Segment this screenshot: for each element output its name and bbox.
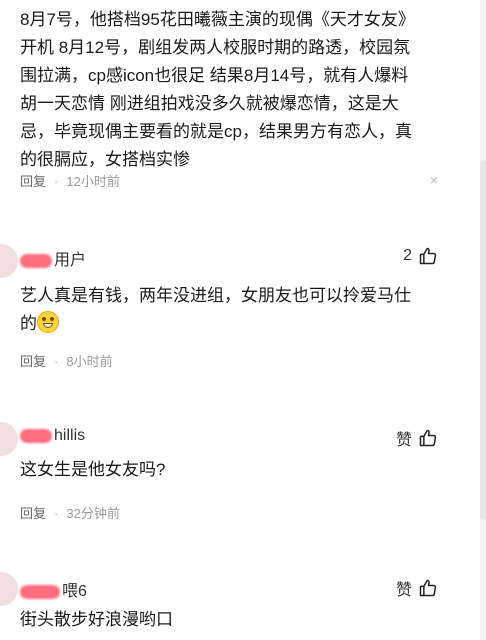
username[interactable]: 喂6	[20, 577, 87, 601]
avatar[interactable]	[0, 572, 18, 606]
timestamp: 12小时前	[66, 174, 120, 189]
comment-text-line: 8月7号，他搭档95花田曦薇主演的现偶《天才女友》	[20, 10, 415, 29]
avatar[interactable]	[0, 244, 18, 278]
like-button[interactable]: 2	[403, 246, 438, 266]
comment-text: 这女生是他女友吗?	[20, 456, 448, 484]
comment-text-line: 艺人真是有钱，两年没进组，女朋友也可以拎爱马仕	[20, 286, 411, 305]
separator-dot: ·	[54, 354, 59, 369]
separator-dot: ·	[54, 506, 59, 521]
like-count: 2	[403, 247, 412, 264]
comment-2: 用户 2 艺人真是有钱，两年没进组，女朋友也可以拎爱马仕 的 回复 · 8小时前	[0, 238, 478, 388]
comment-text-line: 胡一天恋情 刚进组拍戏没多久就被爆恋情，这是大	[20, 94, 399, 113]
username-label: 喂6	[62, 583, 87, 600]
timestamp: 32分钟前	[66, 506, 120, 521]
comment-text: 艺人真是有钱，两年没进组，女朋友也可以拎爱马仕 的	[20, 282, 448, 338]
thumbs-up-icon	[419, 579, 437, 597]
comment-text-line: 街头散步好浪漫哟口	[20, 610, 173, 629]
close-icon[interactable]: ×	[430, 172, 438, 188]
like-label: 赞	[395, 582, 412, 599]
like-label: 赞	[395, 432, 412, 449]
thumbs-up-icon	[419, 247, 437, 265]
comment-meta: 回复 · 8小时前	[20, 351, 113, 370]
comment-text-line: 忌，毕竟现偶主要看的就是cp，结果男方有恋人，真	[20, 122, 412, 141]
username-label: hillis	[54, 427, 86, 444]
comment-text-line: 的	[20, 310, 448, 338]
timestamp: 8小时前	[66, 354, 113, 369]
avatar[interactable]	[0, 422, 18, 456]
comment-3: hillis 赞 这女生是他女友吗? 回复 · 32分钟前	[0, 418, 478, 538]
like-button[interactable]: 赞	[396, 426, 438, 450]
thumbs-up-icon	[419, 429, 437, 447]
comment-text-line: 的很膈应，女搭档实惨	[20, 150, 190, 169]
reply-button[interactable]: 回复	[20, 506, 46, 521]
username-label: 用户	[54, 252, 87, 269]
username[interactable]: hillis	[20, 427, 85, 445]
grinning-face-icon	[37, 311, 59, 333]
scrollbar-thumb[interactable]	[480, 160, 486, 520]
comment-text-line: 开机 8月12号，剧组发两人校服时期的路透，校园氛	[20, 38, 411, 57]
comment-4: 喂6 赞 街头散步好浪漫哟口	[0, 568, 478, 640]
redacted-name	[20, 428, 52, 443]
comment-meta: 回复 · 32分钟前	[20, 503, 120, 522]
scrollbar[interactable]	[480, 0, 486, 640]
separator-dot: ·	[54, 174, 59, 189]
comment-text: 8月7号，他搭档95花田曦薇主演的现偶《天才女友》 开机 8月12号，剧组发两人…	[20, 6, 448, 174]
reply-button[interactable]: 回复	[20, 354, 46, 369]
username[interactable]: 用户	[20, 246, 86, 270]
comment-meta: 回复 · 12小时前	[20, 171, 120, 190]
comment-text-line: 这女生是他女友吗?	[20, 460, 166, 479]
like-button[interactable]: 赞	[396, 576, 438, 600]
redacted-name	[20, 253, 52, 268]
comment-text-line: 围拉满，cp感icon也很足 结果8月14号，就有人爆料	[20, 66, 409, 85]
redacted-name	[20, 584, 60, 599]
comment-text: 街头散步好浪漫哟口	[20, 606, 448, 634]
reply-button[interactable]: 回复	[20, 174, 46, 189]
comment-1: 8月7号，他搭档95花田曦薇主演的现偶《天才女友》 开机 8月12号，剧组发两人…	[0, 0, 478, 200]
